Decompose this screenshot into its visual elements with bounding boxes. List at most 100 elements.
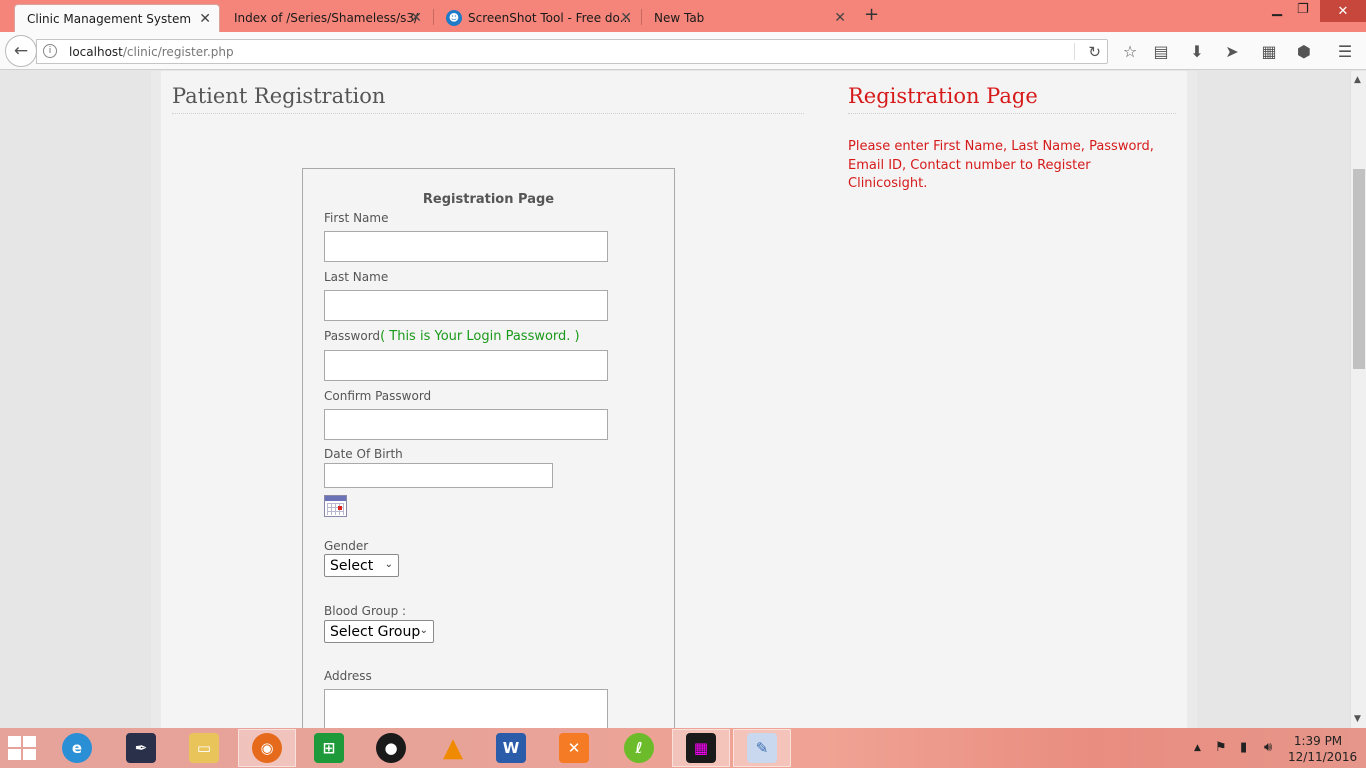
pen-glyph: ✒ [126,733,156,763]
firefox-taskbar-icon[interactable]: ◉ [238,729,296,767]
tab-new-tab[interactable]: New Tab ✕ [642,4,854,32]
back-arrow-icon: ← [13,41,29,61]
clock-time: 1:39 PM [1293,734,1343,748]
scrollbar-thumb[interactable] [1353,169,1365,369]
vlc-cone-glyph: ▲ [443,733,463,763]
blood-group-label: Blood Group : [324,604,407,618]
reading-list-icon[interactable]: ▤ [1151,42,1171,61]
power-icon[interactable]: ▮ [1240,740,1247,755]
last-name-input[interactable] [324,290,608,321]
scroll-down-arrow-icon[interactable]: ▼ [1354,714,1361,724]
sidebar-divider [848,113,1176,114]
password-label-row: Password( This is Your Login Password. ) [324,329,580,344]
hamburger-menu-icon[interactable]: ☰ [1335,42,1355,61]
send-icon[interactable]: ➤ [1222,42,1242,61]
heading-divider [172,113,804,114]
tab-label: New Tab [654,11,705,25]
start-pane [8,736,21,747]
first-name-input[interactable] [324,231,608,262]
password-hint: ( This is Your Login Password. ) [380,329,580,344]
last-name-label: Last Name [324,270,389,284]
page-title: Patient Registration [172,84,386,108]
new-tab-plus-icon[interactable]: + [864,4,879,25]
close-tab-icon[interactable]: ✕ [620,10,632,26]
url-text: localhost/clinic/register.php [69,45,234,59]
tab-screenshot-tool[interactable]: ☻ ScreenShot Tool - Free do... ✕ [434,4,640,32]
action-center-flag-icon[interactable]: ⚑ [1215,740,1227,755]
paint-taskbar-icon[interactable]: ✎ [733,729,791,767]
address-label: Address [324,669,372,683]
navigation-bar: i localhost/clinic/register.php ↻ ← ☆ ▤ … [0,32,1366,70]
password-label: Password [324,329,381,343]
url-path: /clinic/register.php [122,45,234,59]
pixel-app-taskbar-icon[interactable]: ▦ [672,729,730,767]
tab-clinic-management[interactable]: Clinic Management System ✕ [14,4,220,32]
bookmark-star-icon[interactable]: ☆ [1120,42,1140,61]
word-taskbar-icon[interactable]: W [482,729,540,767]
confirm-password-label: Confirm Password [324,389,432,403]
media-app-taskbar-icon[interactable]: ● [362,729,420,767]
pen-app-taskbar-icon[interactable]: ✒ [112,729,170,767]
downloads-icon[interactable]: ⬇ [1187,42,1207,61]
vlc-taskbar-icon[interactable]: ▲ [424,729,482,767]
pocket-icon[interactable]: ⬢ [1294,42,1314,61]
blood-group-select-value: Select Group [330,623,421,640]
start-pane [23,736,36,747]
close-tab-icon[interactable]: ✕ [199,11,211,27]
sidebar-instructions: Please enter First Name, Last Name, Pass… [848,139,1154,191]
paint-palette-glyph: ✎ [747,733,777,763]
dreamweaver-glyph: ℓ [624,733,654,763]
address-bar[interactable]: i localhost/clinic/register.php ↻ [36,39,1108,64]
calendar-icon[interactable] [324,495,347,517]
taskbar-clock[interactable]: 1:39 PM 12/11/2016 [1288,733,1357,765]
dob-input[interactable] [324,463,553,488]
blood-group-select[interactable]: Select Group ⌄ [324,620,434,643]
confirm-password-input[interactable] [324,409,608,440]
word-glyph: W [496,733,526,763]
close-tab-icon[interactable]: ✕ [410,10,422,26]
scroll-up-arrow-icon[interactable]: ▲ [1354,75,1361,85]
windows-taskbar: e ✒ ▭ ◉ ⊞ ● ▲ W ✕ ℓ ▦ ✎ ▲ ⚑ ▮ 🔊︎ [0,728,1366,768]
sidebar-title: Registration Page [848,84,1038,108]
minimize-icon[interactable]: ▁ [1272,2,1282,17]
start-pane [8,749,21,760]
dob-label: Date Of Birth [324,447,403,461]
calendar-marker [338,506,342,510]
close-tab-icon[interactable]: ✕ [834,10,846,26]
media-glyph: ● [376,733,406,763]
windows-start-button[interactable] [8,736,38,762]
vertical-scrollbar[interactable]: ▲ ▼ [1350,71,1366,728]
internet-explorer-taskbar-icon[interactable]: e [48,729,106,767]
xampp-glyph: ✕ [559,733,589,763]
site-info-icon[interactable]: i [43,44,57,58]
extension-icon[interactable]: ▦ [1259,42,1279,61]
store-taskbar-icon[interactable]: ⊞ [300,729,358,767]
reload-icon[interactable]: ↻ [1088,43,1101,61]
calendar-header [325,496,346,501]
ie-glyph: e [62,733,92,763]
gender-select[interactable]: Select ⌄ [324,554,399,577]
dreamweaver-taskbar-icon[interactable]: ℓ [610,729,668,767]
tab-label: Clinic Management System [27,11,192,26]
volume-icon[interactable]: 🔊︎ [1264,740,1272,755]
url-separator [1074,43,1075,60]
tab-label: ScreenShot Tool - Free do... [468,11,632,25]
window-close-icon[interactable]: ✕ [1320,0,1366,22]
chevron-down-icon: ⌄ [419,625,428,636]
file-explorer-taskbar-icon[interactable]: ▭ [175,729,233,767]
pixel-glyph: ▦ [686,733,716,763]
tab-index-shameless[interactable]: Index of /Series/Shameless/s3/ ✕ [222,4,430,32]
gender-label: Gender [324,539,369,553]
password-input[interactable] [324,350,608,381]
xampp-taskbar-icon[interactable]: ✕ [545,729,603,767]
start-pane [23,749,36,760]
folder-glyph: ▭ [189,733,219,763]
restore-icon[interactable]: ❐ [1297,2,1309,17]
show-hidden-icons-icon[interactable]: ▲ [1194,743,1201,753]
form-title: Registration Page [422,192,555,207]
back-button[interactable]: ← [5,35,37,67]
first-name-label: First Name [324,211,389,225]
store-glyph: ⊞ [314,733,344,763]
tab-bar: Clinic Management System ✕ Index of /Ser… [0,0,1366,32]
gender-select-value: Select [330,557,374,574]
